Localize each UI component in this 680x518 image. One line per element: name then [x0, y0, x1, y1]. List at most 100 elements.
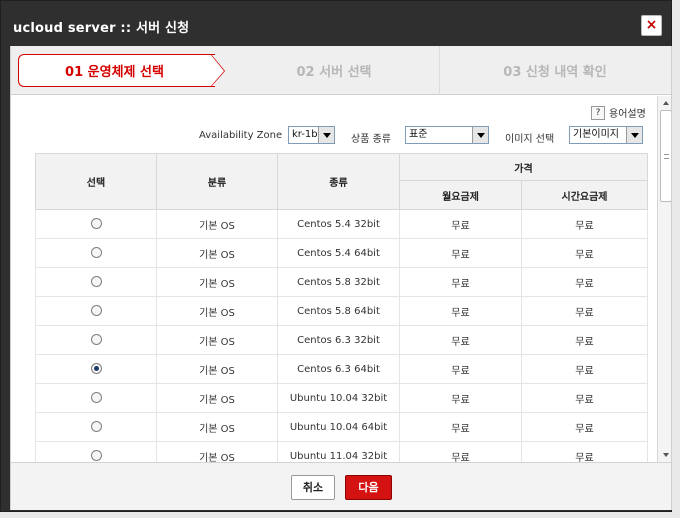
table-row[interactable]: 기본 OS Centos 5.8 64bit 무료 무료 — [35, 296, 648, 326]
table-row[interactable]: 기본 OS Centos 5.4 32bit 무료 무료 — [35, 209, 648, 239]
os-radio-button[interactable] — [90, 450, 102, 462]
monthly-price-cell: 무료 — [399, 209, 522, 239]
chevron-down-icon — [472, 127, 488, 143]
main-panel: ? 용어설명 Availability Zone kr-1b 상품 종류 표준 … — [11, 96, 657, 462]
monthly-price-cell: 무료 — [399, 441, 522, 462]
category-cell: 기본 OS — [156, 354, 278, 384]
os-radio-button[interactable] — [90, 334, 102, 346]
monthly-price-cell: 무료 — [399, 354, 522, 384]
row-select-cell — [35, 238, 157, 268]
table-row[interactable]: 기본 OS Ubuntu 11.04 32bit 무료 무료 — [35, 441, 648, 462]
glossary-label: 용어설명 — [609, 109, 646, 120]
step-indicator: 01 운영체제 선택 02 서버 선택 03 신청 내역 확인 — [11, 46, 671, 95]
category-cell: 기본 OS — [156, 383, 278, 413]
table-row[interactable]: 기본 OS Centos 6.3 64bit 무료 무료 — [35, 354, 648, 384]
header-price: 가격 — [399, 153, 648, 181]
row-select-cell — [35, 383, 157, 413]
hourly-price-cell: 무료 — [521, 441, 648, 462]
hourly-price-cell: 무료 — [521, 238, 648, 268]
product-value: 표준 — [409, 129, 428, 140]
monthly-price-cell: 무료 — [399, 238, 522, 268]
image-select[interactable]: 기본이미지 — [569, 126, 643, 144]
hourly-price-cell: 무료 — [521, 383, 648, 413]
row-select-cell — [35, 325, 157, 355]
title-bar: ucloud server :: 서버 신청 × — [1, 1, 671, 46]
table-row[interactable]: 기본 OS Centos 5.4 64bit 무료 무료 — [35, 238, 648, 268]
type-cell: Centos 6.3 32bit — [277, 325, 400, 355]
monthly-price-cell: 무료 — [399, 325, 522, 355]
os-radio-button[interactable] — [90, 305, 102, 317]
table-row[interactable]: 기본 OS Ubuntu 10.04 32bit 무료 무료 — [35, 383, 648, 413]
hourly-price-cell: 무료 — [521, 209, 648, 239]
monthly-price-cell: 무료 — [399, 383, 522, 413]
table-row[interactable]: 기본 OS Centos 5.8 32bit 무료 무료 — [35, 267, 648, 297]
category-cell: 기본 OS — [156, 209, 278, 239]
os-radio-button[interactable] — [90, 363, 102, 375]
image-value: 기본이미지 — [573, 129, 619, 140]
category-cell: 기본 OS — [156, 412, 278, 442]
category-cell: 기본 OS — [156, 238, 278, 268]
category-cell: 기본 OS — [156, 296, 278, 326]
type-cell: Centos 5.8 64bit — [277, 296, 400, 326]
next-button[interactable]: 다음 — [345, 475, 392, 500]
glossary-link[interactable]: ? 용어설명 — [591, 105, 646, 120]
product-select[interactable]: 표준 — [405, 126, 489, 144]
type-cell: Centos 6.3 64bit — [277, 354, 400, 384]
scrollbar[interactable] — [657, 96, 671, 462]
chevron-down-icon — [318, 127, 334, 143]
zone-value: kr-1b — [292, 129, 318, 140]
os-radio-button[interactable] — [90, 421, 102, 433]
hourly-price-cell: 무료 — [521, 354, 648, 384]
step-3-label: 03 신청 내역 확인 — [503, 65, 607, 80]
type-cell: Centos 5.4 32bit — [277, 209, 400, 239]
table-row[interactable]: 기본 OS Ubuntu 10.04 64bit 무료 무료 — [35, 412, 648, 442]
scroll-down-icon[interactable] — [658, 448, 671, 462]
zone-label: Availability Zone — [199, 130, 283, 141]
header-monthly: 월요금제 — [399, 180, 522, 210]
cancel-button[interactable]: 취소 — [291, 475, 335, 500]
row-select-cell — [35, 209, 157, 239]
step-1-label: 01 운영체제 선택 — [65, 65, 164, 80]
product-label: 상품 종류 — [351, 134, 391, 145]
os-radio-button[interactable] — [90, 392, 102, 404]
type-cell: Ubuntu 10.04 64bit — [277, 412, 400, 442]
os-radio-button[interactable] — [90, 247, 102, 259]
os-radio-button[interactable] — [90, 218, 102, 230]
step-2: 02 서버 선택 — [229, 46, 439, 95]
table-row[interactable]: 기본 OS Centos 6.3 32bit 무료 무료 — [35, 325, 648, 355]
hourly-price-cell: 무료 — [521, 325, 648, 355]
step-2-label: 02 서버 선택 — [296, 65, 372, 80]
dialog-content: 01 운영체제 선택 02 서버 선택 03 신청 내역 확인 ? 용어설명 A… — [10, 46, 672, 510]
zone-select[interactable]: kr-1b — [288, 126, 335, 144]
header-hourly: 시간요금제 — [521, 180, 648, 210]
row-select-cell — [35, 441, 157, 462]
hourly-price-cell: 무료 — [521, 296, 648, 326]
header-type: 종류 — [277, 153, 400, 210]
scroll-thumb[interactable] — [660, 110, 671, 202]
monthly-price-cell: 무료 — [399, 267, 522, 297]
close-button[interactable]: × — [641, 15, 662, 36]
monthly-price-cell: 무료 — [399, 412, 522, 442]
scroll-up-icon[interactable] — [658, 96, 671, 110]
hourly-price-cell: 무료 — [521, 267, 648, 297]
category-cell: 기본 OS — [156, 441, 278, 462]
os-table: 선택 분류 종류 가격 월요금제 시간요금제 기본 OS Centos 5.4 3… — [35, 153, 648, 462]
type-cell: Ubuntu 10.04 32bit — [277, 383, 400, 413]
hourly-price-cell: 무료 — [521, 412, 648, 442]
step-1: 01 운영체제 선택 — [18, 46, 225, 95]
type-cell: Ubuntu 11.04 32bit — [277, 441, 400, 462]
header-select: 선택 — [35, 153, 157, 210]
help-icon: ? — [591, 105, 605, 120]
row-select-cell — [35, 354, 157, 384]
close-icon: × — [645, 17, 658, 33]
category-cell: 기본 OS — [156, 267, 278, 297]
row-select-cell — [35, 267, 157, 297]
filter-bar: Availability Zone kr-1b 상품 종류 표준 이미지 선택 … — [11, 126, 657, 148]
monthly-price-cell: 무료 — [399, 296, 522, 326]
os-radio-button[interactable] — [90, 276, 102, 288]
row-select-cell — [35, 296, 157, 326]
chevron-down-icon — [626, 127, 642, 143]
dialog-footer: 취소 다음 — [11, 462, 671, 510]
type-cell: Centos 5.8 32bit — [277, 267, 400, 297]
type-cell: Centos 5.4 64bit — [277, 238, 400, 268]
